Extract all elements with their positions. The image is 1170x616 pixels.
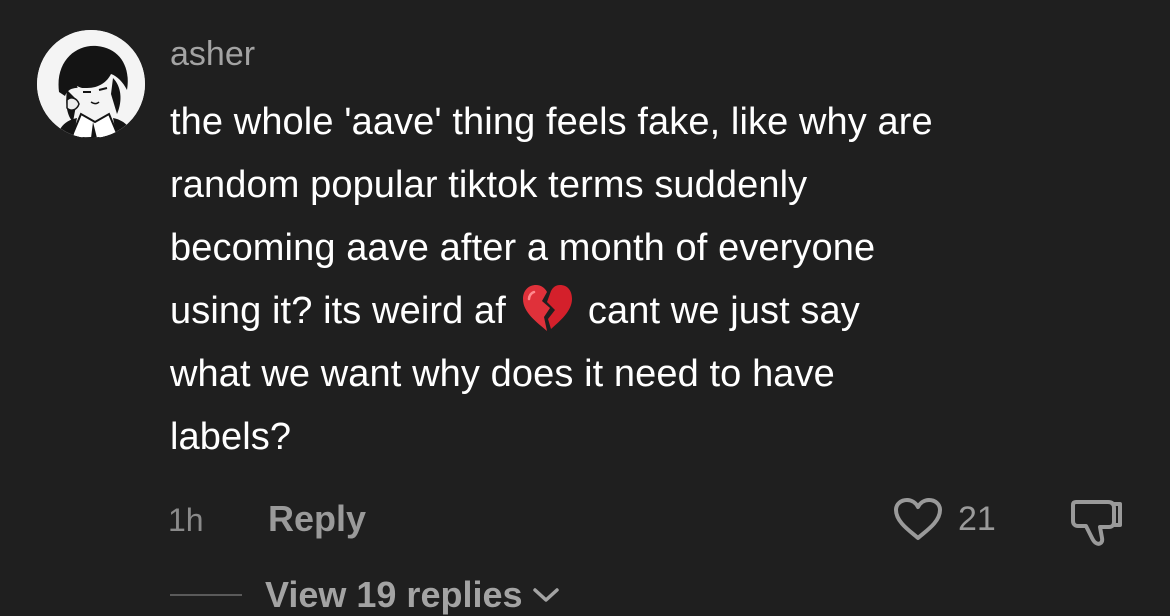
view-replies-button[interactable]: View 19 replies bbox=[265, 574, 561, 616]
like-button[interactable]: 21 bbox=[892, 494, 996, 544]
comment-line: becoming aave after a month of everyone bbox=[170, 227, 876, 269]
view-replies-label: View 19 replies bbox=[265, 574, 523, 615]
heart-icon[interactable] bbox=[892, 496, 944, 542]
comment-line-part: cant we just say bbox=[587, 290, 860, 332]
timestamp: 1h bbox=[168, 502, 204, 538]
broken-heart-icon bbox=[520, 283, 574, 333]
replies-divider bbox=[170, 594, 242, 596]
chevron-down-icon bbox=[532, 588, 559, 602]
thumbs-down-icon[interactable] bbox=[1068, 494, 1126, 548]
avatar[interactable] bbox=[37, 30, 145, 138]
comment-line: random popular tiktok terms suddenly bbox=[170, 164, 808, 206]
comment-item: asher the whole 'aave' thing feels fake,… bbox=[0, 0, 1170, 616]
comment-text: the whole 'aave' thing feels fake, like … bbox=[170, 91, 1130, 469]
avatar-illustration bbox=[37, 30, 145, 138]
comment-line-with-emoji: using it? its weird af cant we just say bbox=[170, 280, 1130, 343]
comment-line: the whole 'aave' thing feels fake, like … bbox=[170, 101, 933, 143]
comment-line: what we want why does it need to have bbox=[170, 353, 835, 395]
like-count: 21 bbox=[958, 500, 996, 538]
comment-line-part: using it? its weird af bbox=[170, 290, 506, 332]
username[interactable]: asher bbox=[170, 34, 255, 74]
comment-line: labels? bbox=[170, 416, 292, 458]
reply-button[interactable]: Reply bbox=[268, 498, 366, 540]
